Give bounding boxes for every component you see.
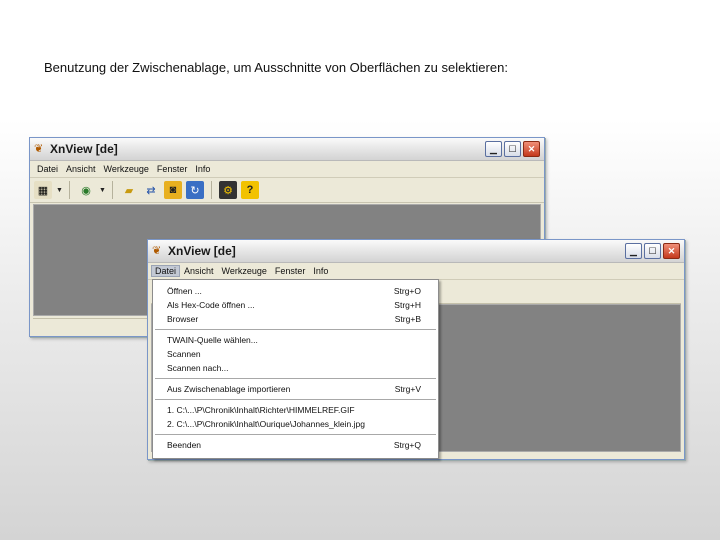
open-folder-icon[interactable]: ▰ xyxy=(120,181,138,199)
chevron-down-icon[interactable]: ▼ xyxy=(99,187,106,194)
menu-item-label: 1. C:\...\P\Chronik\Inhalt\Richter\HIMME… xyxy=(167,405,355,415)
window-title: XnView [de] xyxy=(50,142,118,156)
minimize-icon[interactable]: ▁ xyxy=(625,243,642,259)
refresh-icon[interactable]: ↻ xyxy=(186,181,204,199)
menu-werkzeuge[interactable]: Werkzeuge xyxy=(218,265,271,277)
menu-item-browser[interactable]: Browser Strg+B xyxy=(153,312,438,326)
xnview-app-icon: ❦ xyxy=(152,245,162,257)
toolbar-separator xyxy=(69,181,70,199)
menu-werkzeuge[interactable]: Werkzeuge xyxy=(100,163,153,175)
menu-item-shortcut: Strg+B xyxy=(394,314,421,324)
menu-item-import-clipboard[interactable]: Aus Zwischenablage importieren Strg+V xyxy=(153,382,438,396)
menu-info[interactable]: Info xyxy=(309,265,332,277)
menu-item-scan[interactable]: Scannen xyxy=(153,347,438,361)
maximize-icon[interactable]: ☐ xyxy=(504,141,521,157)
menu-item-label: Beenden xyxy=(167,440,202,450)
menu-item-shortcut: Strg+Q xyxy=(393,440,421,450)
menu-bar: Datei Ansicht Werkzeuge Fenster Info xyxy=(30,161,544,178)
menu-item-label: Als Hex-Code öffnen ... xyxy=(167,300,255,310)
maximize-icon[interactable]: ☐ xyxy=(644,243,661,259)
menu-datei[interactable]: Datei xyxy=(151,265,181,277)
convert-icon[interactable]: ⇄ xyxy=(142,181,160,199)
title-bar[interactable]: ❦ XnView [de] ▁ ☐ ✕ xyxy=(30,138,544,161)
toolbar-separator xyxy=(112,181,113,199)
title-bar[interactable]: ❦ XnView [de] ▁ ☐ ✕ xyxy=(148,240,684,263)
menu-info[interactable]: Info xyxy=(191,163,214,175)
menu-item-recent-file-2[interactable]: 2. C:\...\P\Chronik\Inhalt\Ourique\Johan… xyxy=(153,417,438,431)
menu-separator xyxy=(155,378,436,379)
scanner-icon[interactable]: ◉ xyxy=(77,181,95,199)
menu-separator xyxy=(155,434,436,435)
menu-ansicht[interactable]: Ansicht xyxy=(180,265,218,277)
menu-separator xyxy=(155,329,436,330)
menu-item-exit[interactable]: Beenden Strg+Q xyxy=(153,438,438,452)
chevron-down-icon[interactable]: ▼ xyxy=(56,187,63,194)
browser-icon[interactable]: ▦ xyxy=(34,181,52,199)
menu-item-label: Scannen xyxy=(167,349,201,359)
menu-item-open[interactable]: Öffnen ... Strg+O xyxy=(153,284,438,298)
menu-item-shortcut: Strg+O xyxy=(393,286,421,296)
menu-item-label: Browser xyxy=(167,314,199,324)
menu-item-label: Aus Zwischenablage importieren xyxy=(167,384,291,394)
menu-item-twain-source[interactable]: TWAIN-Quelle wählen... xyxy=(153,333,438,347)
menu-item-label: TWAIN-Quelle wählen... xyxy=(167,335,258,345)
settings-icon[interactable]: ⚙ xyxy=(219,181,237,199)
help-icon[interactable]: ? xyxy=(241,181,259,199)
menu-item-recent-file-1[interactable]: 1. C:\...\P\Chronik\Inhalt\Richter\HIMME… xyxy=(153,403,438,417)
menu-item-shortcut: Strg+H xyxy=(394,300,421,310)
menu-bar: Datei Ansicht Werkzeuge Fenster Info xyxy=(148,263,684,280)
menu-item-open-hex[interactable]: Als Hex-Code öffnen ... Strg+H xyxy=(153,298,438,312)
window-title: XnView [de] xyxy=(168,244,236,258)
menu-datei[interactable]: Datei xyxy=(33,163,62,175)
minimize-icon[interactable]: ▁ xyxy=(485,141,502,157)
toolbar: ▦ ▼ ◉ ▼ ▰ ⇄ ◙ ↻ ⚙ ? xyxy=(30,178,544,203)
close-icon[interactable]: ✕ xyxy=(663,243,680,259)
menu-fenster[interactable]: Fenster xyxy=(271,265,310,277)
menu-item-label: Scannen nach... xyxy=(167,363,229,373)
xnview-app-icon: ❦ xyxy=(34,143,44,155)
toolbar-separator xyxy=(211,181,212,199)
menu-item-label: Öffnen ... xyxy=(167,286,202,296)
menu-item-label: 2. C:\...\P\Chronik\Inhalt\Ourique\Johan… xyxy=(167,419,365,429)
menu-item-shortcut: Strg+V xyxy=(394,384,421,394)
caption: Benutzung der Zwischenablage, um Ausschn… xyxy=(44,60,508,75)
menu-ansicht[interactable]: Ansicht xyxy=(62,163,100,175)
file-menu-dropdown: Öffnen ... Strg+O Als Hex-Code öffnen ..… xyxy=(152,279,439,459)
menu-separator xyxy=(155,399,436,400)
close-icon[interactable]: ✕ xyxy=(523,141,540,157)
capture-icon[interactable]: ◙ xyxy=(164,181,182,199)
menu-item-scan-to[interactable]: Scannen nach... xyxy=(153,361,438,375)
menu-fenster[interactable]: Fenster xyxy=(153,163,192,175)
